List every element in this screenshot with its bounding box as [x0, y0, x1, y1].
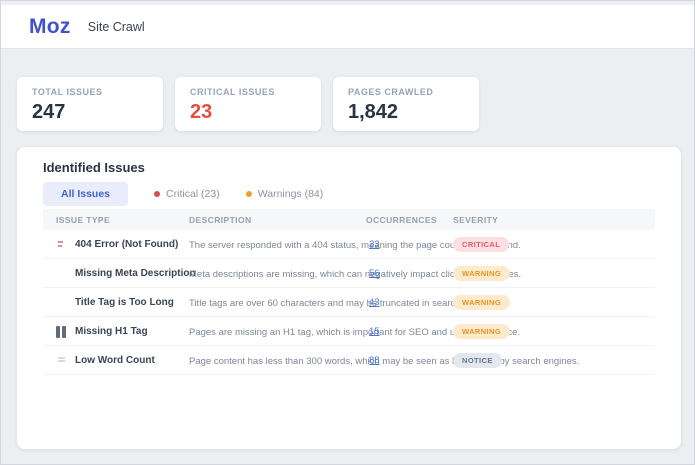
broken-page-icon: [56, 238, 68, 251]
col-header-issue-type: ISSUE TYPE: [56, 215, 111, 225]
stat-cards: TOTAL ISSUES 247 CRITICAL ISSUES 23 PAGE…: [17, 77, 491, 131]
issue-type: Missing Meta Description: [75, 268, 196, 279]
stat-card-total-issues: TOTAL ISSUES 247: [17, 77, 163, 131]
issue-description: Page content has less than 300 words, wh…: [189, 355, 580, 367]
severity-badge: WARNING: [453, 295, 511, 310]
table-row[interactable]: Missing H1 Tag Pages are missing an H1 t…: [43, 317, 655, 346]
issue-type: 404 Error (Not Found): [75, 239, 179, 250]
panel-title: Identified Issues: [43, 160, 145, 175]
critical-dot-icon: [154, 191, 161, 197]
top-bar: Moz Site Crawl: [1, 5, 694, 49]
issue-type: Title Tag is Too Long: [75, 297, 174, 308]
table-row[interactable]: 404 Error (Not Found) The server respond…: [43, 230, 655, 259]
stat-card-pages-crawled: PAGES CRAWLED 1,842: [333, 77, 479, 131]
col-header-description: DESCRIPTION: [189, 215, 252, 225]
warning-dot-icon: [245, 191, 252, 197]
table-row[interactable]: Title Tag is Too Long Title tags are ove…: [43, 288, 655, 317]
tab-label: Warnings (84): [257, 188, 324, 200]
identified-issues-panel: Identified Issues All Issues Critical (2…: [17, 147, 681, 449]
occurrences-link[interactable]: 56: [369, 268, 380, 279]
table-row[interactable]: Low Word Count Page content has less tha…: [43, 346, 655, 375]
issue-description: Title tags are over 60 characters and ma…: [189, 297, 494, 309]
stat-label: PAGES CRAWLED: [348, 87, 434, 97]
stat-value: 247: [32, 101, 66, 123]
tab-warnings[interactable]: Warnings (84): [245, 188, 324, 200]
issues-table: ISSUE TYPE DESCRIPTION OCCURRENCES SEVER…: [43, 209, 655, 375]
stat-label: TOTAL ISSUES: [32, 87, 103, 97]
h1-bars-icon: [56, 325, 68, 338]
page-title: Site Crawl: [87, 19, 145, 34]
stat-value: 23: [190, 101, 213, 123]
severity-badge: WARNING: [453, 266, 511, 281]
stat-label: CRITICAL ISSUES: [190, 87, 275, 97]
severity-badge: WARNING: [453, 324, 511, 339]
table-header-row: ISSUE TYPE DESCRIPTION OCCURRENCES SEVER…: [43, 209, 655, 230]
tab-label: Critical (23): [166, 188, 220, 200]
col-header-severity: SEVERITY: [453, 215, 499, 225]
issue-type: Low Word Count: [75, 355, 155, 366]
severity-badge: CRITICAL: [453, 237, 510, 252]
tab-all-issues[interactable]: All Issues: [43, 182, 129, 206]
stat-card-critical-issues: CRITICAL ISSUES 23: [175, 77, 321, 131]
document-lines-icon: [56, 354, 68, 367]
occurrences-link[interactable]: 88: [369, 355, 380, 366]
occurrences-link[interactable]: 15: [369, 326, 380, 337]
occurrences-link[interactable]: 23: [369, 239, 380, 250]
issue-type: Missing H1 Tag: [75, 326, 148, 337]
occurrences-link[interactable]: 43: [369, 297, 380, 308]
severity-badge: NOTICE: [453, 353, 502, 368]
table-row[interactable]: Missing Meta Description Meta descriptio…: [43, 259, 655, 288]
tab-critical[interactable]: Critical (23): [154, 188, 220, 200]
issue-filter-tabs: All Issues Critical (23) Warnings (84): [43, 181, 323, 207]
diamond-warning-icon: [56, 296, 68, 309]
site-crawl-screen: Moz Site Crawl TOTAL ISSUES 247 CRITICAL…: [0, 0, 695, 465]
moz-logo[interactable]: Moz: [29, 15, 71, 39]
col-header-occurrences: OCCURRENCES: [366, 215, 437, 225]
diamond-warning-icon: [56, 267, 68, 280]
stat-value: 1,842: [348, 101, 399, 123]
